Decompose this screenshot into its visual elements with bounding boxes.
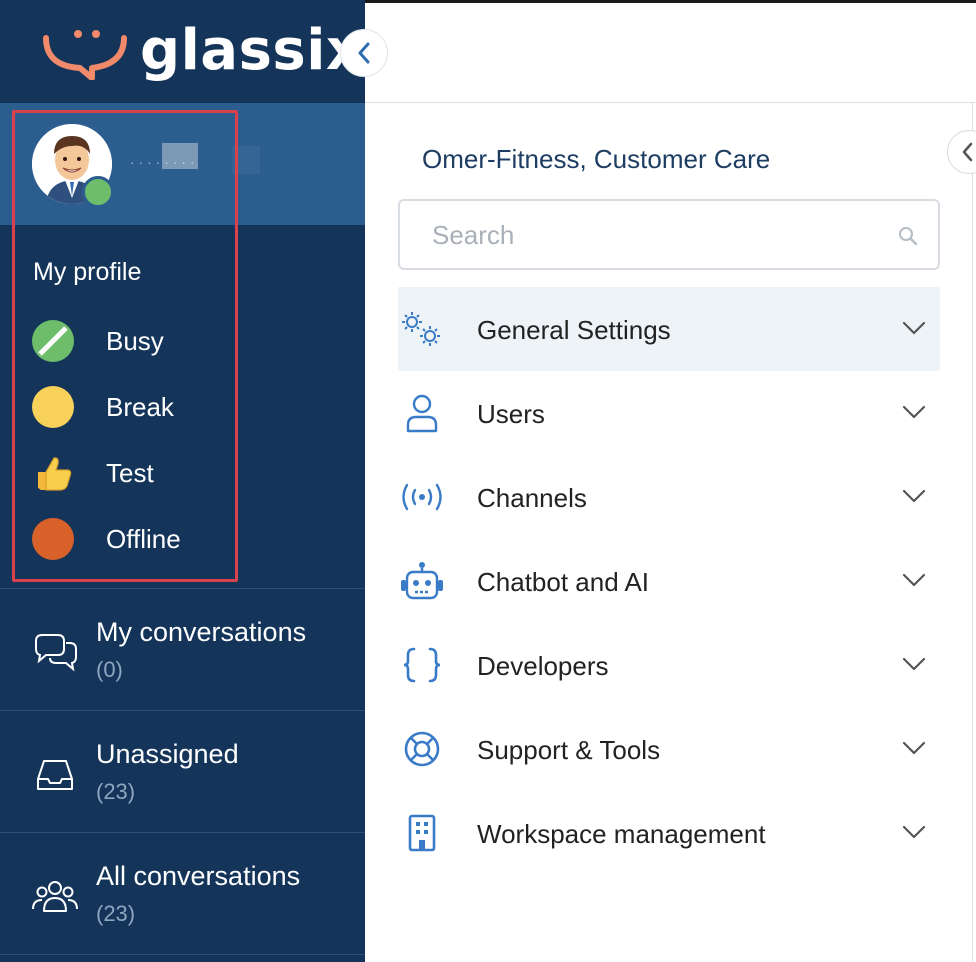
braces-icon — [398, 643, 446, 687]
chevron-down-icon — [902, 741, 926, 755]
nav-title: Unassigned — [96, 739, 239, 769]
status-label: Test — [106, 457, 154, 488]
break-status-icon — [32, 386, 74, 428]
my-profile-link[interactable]: My profile — [33, 258, 141, 287]
menu-item-channels[interactable]: Channels — [398, 455, 940, 539]
status-option-offline[interactable]: Offline — [32, 517, 222, 561]
chevron-down-icon — [902, 489, 926, 503]
robot-icon — [398, 559, 446, 603]
nav-unassigned[interactable]: Unassigned (23) — [0, 711, 365, 831]
nav-count: (0) — [96, 657, 123, 682]
menu-item-support-tools[interactable]: Support & Tools — [398, 707, 940, 791]
status-label: Busy — [106, 325, 164, 356]
status-label: Offline — [106, 523, 181, 554]
search-box — [398, 199, 940, 270]
menu-label: Workspace management — [477, 819, 766, 849]
status-option-break[interactable]: Break — [32, 385, 222, 429]
menu-label: Support & Tools — [477, 735, 661, 765]
menu-label: Users — [477, 399, 545, 429]
offline-status-icon — [32, 518, 74, 560]
glassix-logo-icon — [43, 30, 127, 80]
user-name: · · · · · · · · — [130, 154, 195, 170]
lifebuoy-icon — [398, 727, 446, 771]
status-option-busy[interactable]: Busy — [32, 319, 222, 363]
chevron-down-icon — [902, 825, 926, 839]
brand-name: glassix — [140, 18, 363, 83]
user-icon — [398, 391, 446, 435]
logo-area: glassix — [0, 0, 365, 103]
menu-item-chatbot-and-ai[interactable]: Chatbot and AI — [398, 539, 940, 623]
menu-item-developers[interactable]: Developers — [398, 623, 940, 707]
sidebar-collapse-button[interactable] — [340, 29, 388, 77]
main-topbar — [365, 3, 976, 103]
chevron-down-icon — [902, 657, 926, 671]
nav-count: (23) — [96, 901, 136, 926]
chat-bubbles-icon — [35, 634, 77, 672]
nav-title: My conversations — [96, 617, 307, 647]
inbox-icon — [37, 760, 73, 790]
busy-status-icon — [32, 320, 74, 362]
status-option-test[interactable]: Test — [32, 451, 222, 495]
menu-label: Chatbot and AI — [477, 567, 650, 597]
online-status-indicator — [82, 176, 114, 208]
status-label: Break — [106, 391, 174, 422]
menu-label: Developers — [477, 651, 609, 681]
users-group-icon — [32, 881, 78, 912]
menu-label: Channels — [477, 483, 587, 513]
org-title: Omer-Fitness, Customer Care — [422, 144, 771, 174]
nav-count: (23) — [96, 779, 136, 804]
nav-title: All conversations — [96, 861, 301, 891]
chevron-down-icon — [902, 321, 926, 335]
chevron-left-icon — [358, 42, 370, 64]
chevron-down-icon — [902, 405, 926, 419]
building-icon — [398, 811, 446, 855]
nav-my-conversations[interactable]: My conversations (0) — [0, 589, 365, 709]
menu-item-users[interactable]: Users — [398, 371, 940, 455]
search-icon[interactable] — [897, 225, 919, 247]
menu-label: General Settings — [477, 315, 671, 345]
broadcast-icon — [398, 475, 446, 519]
menu-item-workspace-management[interactable]: Workspace management — [398, 791, 940, 875]
nav-divider — [0, 954, 365, 955]
search-input[interactable] — [432, 215, 872, 255]
chevron-down-icon — [902, 573, 926, 587]
chevron-left-icon — [962, 142, 973, 162]
thumbs-up-icon — [32, 452, 74, 494]
gears-icon — [398, 307, 446, 351]
menu-item-general-settings[interactable]: General Settings — [398, 287, 940, 371]
sidebar: glassix · · · · · · · · My profile Busy … — [0, 0, 365, 962]
nav-all-conversations[interactable]: All conversations (23) — [0, 833, 365, 953]
panel-divider — [972, 103, 973, 962]
